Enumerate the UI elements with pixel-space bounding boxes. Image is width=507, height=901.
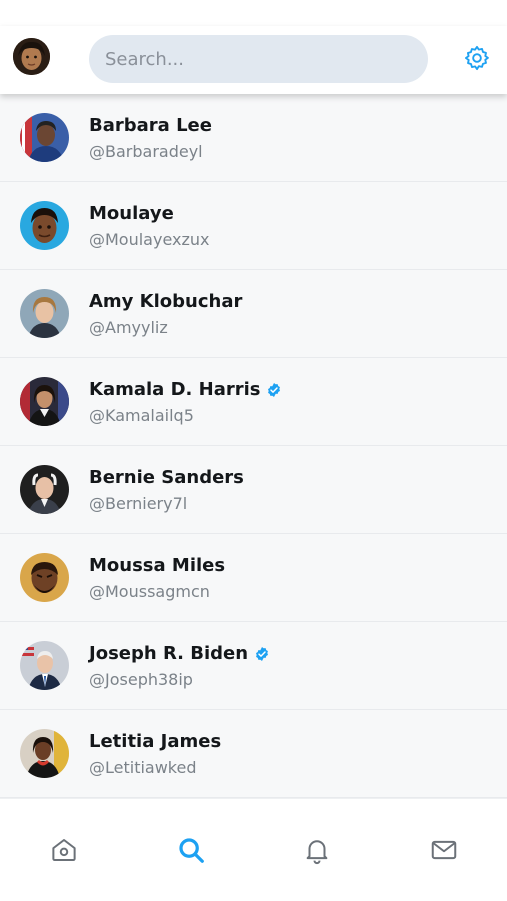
user-name: Letitia James [89,731,222,752]
user-row[interactable]: Joseph R. Biden @Joseph38ip [0,622,507,710]
status-bar [0,0,507,26]
profile-avatar[interactable] [13,38,50,75]
verified-badge-icon [256,646,269,661]
user-row[interactable]: Bernie Sanders @Berniery7l [0,446,507,534]
avatar [20,113,69,162]
avatar [20,465,69,514]
verified-badge-icon [268,382,281,397]
avatar [20,553,69,602]
avatar [20,289,69,338]
user-list: Barbara Lee @Barbaradeyl Moulaye @Moulay… [0,94,507,798]
mail-icon[interactable] [429,835,459,865]
user-name: Kamala D. Harris [89,379,282,400]
user-row[interactable]: Moulaye @Moulayexzux [0,182,507,270]
user-name: Bernie Sanders [89,467,244,488]
user-name: Amy Klobuchar [89,291,243,312]
user-name: Moussa Miles [89,555,226,576]
user-handle: @Letitiawked [89,758,197,777]
user-name: Barbara Lee [89,115,212,136]
user-row[interactable]: Amy Klobuchar @Amyyliz [0,270,507,358]
user-handle: @Berniery7l [89,494,188,513]
user-name: Moulaye [89,203,174,224]
bell-icon[interactable] [302,835,332,865]
user-handle: @Joseph38ip [89,670,193,689]
avatar [20,377,69,426]
search-icon[interactable] [176,835,206,865]
search-field[interactable] [89,35,428,83]
avatar [20,729,69,778]
avatar [20,201,69,250]
bottom-tab-bar [0,798,507,901]
user-handle: @Moulayexzux [89,230,210,249]
user-handle: @Moussagmcn [89,582,210,601]
user-row[interactable]: Barbara Lee @Barbaradeyl [0,94,507,182]
user-handle: @Amyyliz [89,318,168,337]
user-name: Joseph R. Biden [89,643,270,664]
user-row[interactable]: Letitia James @Letitiawked [0,710,507,798]
avatar [20,641,69,690]
top-bar [0,26,507,94]
gear-icon[interactable] [463,44,491,72]
user-row[interactable]: Moussa Miles @Moussagmcn [0,534,507,622]
home-icon[interactable] [49,835,79,865]
user-handle: @Barbaradeyl [89,142,203,161]
user-handle: @Kamalailq5 [89,406,194,425]
user-row[interactable]: Kamala D. Harris @Kamalailq5 [0,358,507,446]
search-input[interactable] [103,47,414,71]
